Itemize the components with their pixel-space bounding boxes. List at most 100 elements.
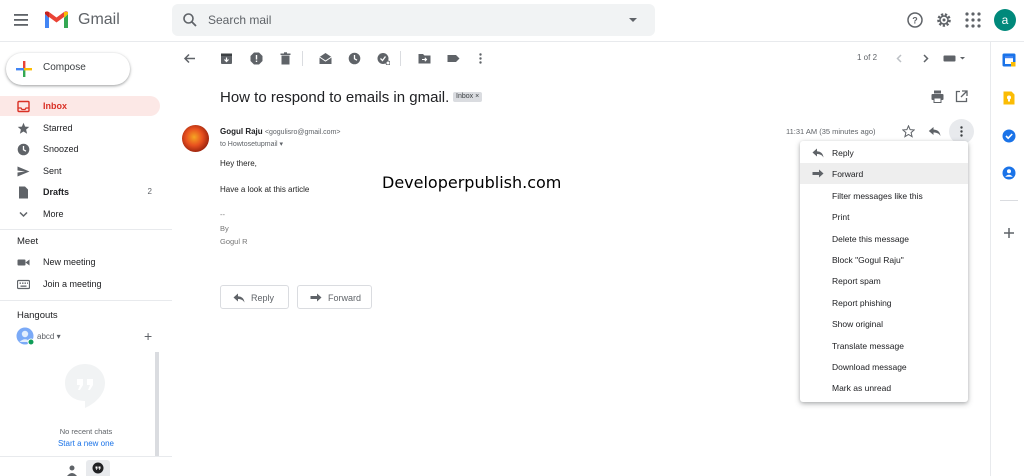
sender-line: Gogul Raju <gogulisro@gmail.com> [220, 127, 341, 136]
meet-section-title: Meet [17, 236, 39, 247]
meet-join-meeting[interactable]: Join a meeting [0, 274, 160, 294]
newer-chevron-left-icon[interactable] [893, 52, 906, 65]
settings-gear-icon[interactable] [935, 11, 953, 29]
menu-item-translate[interactable]: Translate message [800, 335, 968, 356]
sender-name[interactable]: Gogul Raju [220, 127, 263, 136]
message-time: 11:31 AM (35 minutes ago) [786, 127, 876, 136]
search-icon[interactable] [182, 12, 198, 28]
menu-item-download[interactable]: Download message [800, 356, 968, 377]
body-greeting: Hey there, [220, 159, 257, 168]
older-chevron-right-icon[interactable] [919, 52, 932, 65]
help-icon[interactable]: ? [906, 11, 924, 29]
rail-divider [1000, 200, 1018, 201]
meet-item-label: Join a meeting [43, 279, 102, 289]
input-tools-keyboard-icon[interactable] [943, 52, 967, 65]
sidebar-item-label: Starred [43, 123, 73, 133]
report-spam-icon[interactable] [250, 52, 263, 65]
move-to-folder-icon[interactable] [418, 52, 431, 65]
search-input[interactable] [208, 10, 588, 30]
signature-name: Gogul R [220, 237, 248, 246]
sidebar-item-inbox[interactable]: Inbox [0, 96, 160, 116]
menu-item-filter[interactable]: Filter messages like this [800, 185, 968, 206]
hangouts-user-name[interactable]: abcd ▾ [37, 332, 61, 341]
forward-icon [310, 293, 322, 302]
hangouts-user-avatar[interactable] [16, 327, 34, 345]
print-icon[interactable] [931, 90, 944, 103]
menu-item-delete[interactable]: Delete this message [800, 228, 968, 249]
message-actions-menu: Reply Forward Filter messages like this … [800, 141, 968, 402]
reply-icon [812, 148, 824, 158]
inbox-icon [17, 100, 30, 113]
toolbar-separator [302, 51, 303, 66]
sender-avatar[interactable] [182, 125, 209, 152]
hangouts-empty-text: No recent chats [59, 427, 113, 436]
search-bar[interactable] [172, 4, 655, 36]
back-arrow-icon[interactable] [183, 52, 196, 65]
top-divider [0, 41, 1024, 42]
sidebar-item-starred[interactable]: Starred [0, 118, 160, 138]
get-addons-plus-icon[interactable] [1002, 226, 1016, 240]
forward-button[interactable]: Forward [297, 285, 372, 309]
signature-by: By [220, 224, 229, 233]
meet-item-label: New meeting [43, 257, 96, 267]
hangouts-tab[interactable] [86, 460, 110, 476]
meet-new-meeting[interactable]: New meeting [0, 252, 160, 272]
compose-button[interactable]: Compose [6, 53, 130, 85]
signature-dash: -- [220, 210, 225, 219]
more-vertical-icon[interactable] [474, 52, 487, 65]
reply-icon [233, 293, 245, 303]
forward-button-label: Forward [328, 293, 362, 303]
sidebar-item-label: Snoozed [43, 144, 79, 154]
keyboard-icon [17, 279, 30, 290]
main-menu-icon[interactable] [14, 12, 32, 28]
send-icon [17, 166, 30, 177]
start-new-chat-link[interactable]: Start a new one [0, 439, 172, 448]
sidebar-item-sent[interactable]: Sent [0, 161, 160, 181]
menu-item-print[interactable]: Print [800, 206, 968, 227]
add-to-tasks-icon[interactable] [377, 52, 390, 65]
recipient-line[interactable]: to Howtosetupmail ▾ [220, 140, 283, 148]
reply-icon[interactable] [928, 125, 941, 138]
keep-notes-icon[interactable] [1002, 91, 1016, 105]
sidebar-item-label: More [43, 209, 64, 219]
menu-item-reply[interactable]: Reply [800, 142, 968, 163]
draft-file-icon [19, 186, 28, 199]
reply-button[interactable]: Reply [220, 285, 289, 309]
contacts-icon[interactable] [1002, 166, 1016, 180]
gmail-logo-icon[interactable] [44, 10, 69, 30]
menu-item-forward[interactable]: Forward [800, 163, 968, 184]
inbox-label-chip[interactable]: Inbox × [453, 92, 483, 102]
svg-text:?: ? [912, 16, 918, 26]
body-text: Have a look at this article [220, 185, 310, 194]
sidebar-item-label: Sent [43, 166, 62, 176]
account-avatar[interactable]: a [994, 9, 1016, 31]
apps-grid-icon[interactable] [964, 11, 982, 29]
compose-label: Compose [43, 62, 86, 73]
contacts-person-icon[interactable] [66, 464, 78, 476]
sidebar-item-label: Drafts [43, 187, 70, 197]
sidebar-item-snoozed[interactable]: Snoozed [0, 139, 160, 159]
delete-trash-icon[interactable] [279, 52, 292, 65]
open-in-new-window-icon[interactable] [955, 90, 968, 103]
sender-email: <gogulisro@gmail.com> [264, 129, 341, 136]
snooze-clock-icon[interactable] [348, 52, 361, 65]
menu-item-mark-unread[interactable]: Mark as unread [800, 377, 968, 398]
menu-item-show-original[interactable]: Show original [800, 313, 968, 334]
star-message-icon[interactable] [902, 125, 915, 138]
menu-item-report-phishing[interactable]: Report phishing [800, 292, 968, 313]
sidebar-bottom-divider [0, 456, 172, 457]
tasks-icon[interactable] [1002, 129, 1016, 143]
label-tag-icon[interactable] [447, 52, 460, 65]
hangouts-add-icon[interactable]: + [144, 328, 152, 344]
drafts-count: 2 [147, 187, 152, 196]
search-options-icon[interactable] [628, 17, 638, 23]
watermark-text: Developerpublish.com [382, 173, 562, 192]
sidebar-item-drafts[interactable]: Drafts 2 [0, 182, 160, 202]
menu-item-block[interactable]: Block "Gogul Raju" [800, 249, 968, 270]
mark-unread-icon[interactable] [319, 52, 332, 65]
sidebar-item-more[interactable]: More [0, 204, 160, 224]
archive-icon[interactable] [220, 52, 233, 65]
forward-icon [812, 169, 824, 178]
calendar-icon[interactable] [1002, 53, 1016, 67]
menu-item-report-spam[interactable]: Report spam [800, 270, 968, 291]
